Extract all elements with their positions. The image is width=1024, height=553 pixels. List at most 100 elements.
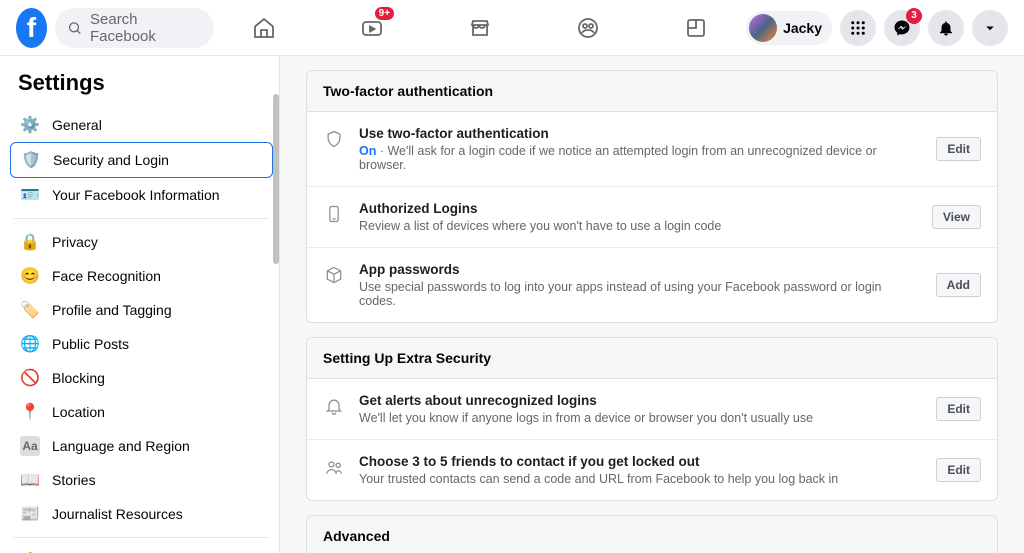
sidebar-item-public-posts[interactable]: 🌐 Public Posts [10, 327, 273, 361]
lock-icon: 🔒 [20, 232, 40, 252]
profile-name: Jacky [783, 20, 822, 36]
sidebar-item-label: Location [52, 404, 105, 420]
edit-button[interactable]: Edit [936, 397, 981, 421]
tag-icon: 🏷️ [20, 300, 40, 320]
card-icon: 🪪 [20, 185, 40, 205]
pin-icon: 📍 [20, 402, 40, 422]
sidebar-item-journalist[interactable]: 📰 Journalist Resources [10, 497, 273, 531]
gaming-icon [684, 16, 708, 40]
search-icon [67, 20, 82, 36]
row-desc: On · We'll ask for a login code if we no… [359, 144, 922, 172]
sidebar-item-security[interactable]: 🛡️ Security and Login [10, 142, 273, 178]
friends-icon [323, 456, 345, 478]
search-input[interactable]: Search Facebook [55, 8, 214, 48]
sidebar-item-privacy[interactable]: 🔒 Privacy [10, 225, 273, 259]
sidebar-item-label: Public Posts [52, 336, 129, 352]
messenger-badge: 3 [906, 8, 922, 24]
sidebar-item-label: Language and Region [52, 438, 190, 454]
sidebar-item-label: General [52, 117, 102, 133]
card-two-factor: Two-factor authentication Use two-factor… [306, 70, 998, 323]
edit-button[interactable]: Edit [936, 137, 981, 161]
card-advanced: Advanced Encrypted notification emails A… [306, 515, 998, 553]
separator [14, 218, 269, 219]
sidebar-item-label: Blocking [52, 370, 105, 386]
row-title: Choose 3 to 5 friends to contact if you … [359, 454, 922, 469]
language-icon: Aa [20, 436, 40, 456]
row-trusted-contacts[interactable]: Choose 3 to 5 friends to contact if you … [307, 440, 997, 500]
notifications-button[interactable] [928, 10, 964, 46]
sidebar-item-label: Security and Login [53, 152, 169, 168]
profile-chip[interactable]: Jacky [746, 11, 832, 45]
edit-button[interactable]: Edit [936, 458, 981, 482]
card-extra-security: Setting Up Extra Security Get alerts abo… [306, 337, 998, 501]
row-desc: We'll let you know if anyone logs in fro… [359, 411, 922, 425]
bell-icon [937, 19, 955, 37]
row-title: Get alerts about unrecognized logins [359, 393, 922, 408]
nav-watch[interactable]: 9+ [322, 3, 422, 53]
news-icon: 📰 [20, 504, 40, 524]
watch-badge: 9+ [375, 7, 394, 20]
block-icon: 🚫 [20, 368, 40, 388]
page-title: Settings [10, 66, 273, 108]
menu-button[interactable] [840, 10, 876, 46]
sidebar-item-face[interactable]: 😊 Face Recognition [10, 259, 273, 293]
row-app-passwords[interactable]: App passwords Use special passwords to l… [307, 248, 997, 322]
card-heading: Advanced [307, 516, 997, 553]
sidebar-item-label: Stories [52, 472, 96, 488]
sidebar: Settings ⚙️General 🛡️Security and Login … [0, 56, 280, 553]
sidebar-item-your-info[interactable]: 🪪 Your Facebook Information [10, 178, 273, 212]
home-icon [252, 16, 276, 40]
sidebar-item-label: Profile and Tagging [52, 302, 172, 318]
sidebar-item-label: Journalist Resources [52, 506, 183, 522]
status-on: On [359, 144, 376, 158]
sidebar-item-general[interactable]: ⚙️ General [10, 108, 273, 142]
nav-gaming[interactable] [646, 3, 746, 53]
avatar [749, 14, 777, 42]
row-title: Authorized Logins [359, 201, 918, 216]
view-button[interactable]: View [932, 205, 981, 229]
sidebar-item-location[interactable]: 📍 Location [10, 395, 273, 429]
row-alerts[interactable]: Get alerts about unrecognized logins We'… [307, 379, 997, 440]
groups-icon [576, 16, 600, 40]
bell-icon [323, 395, 345, 417]
account-dropdown[interactable] [972, 10, 1008, 46]
nav-right: Jacky 3 [746, 10, 1008, 46]
shield-icon: 🛡️ [21, 150, 41, 170]
row-desc: Review a list of devices where you won't… [359, 219, 918, 233]
sidebar-item-label: Privacy [52, 234, 98, 250]
sidebar-item-blocking[interactable]: 🚫 Blocking [10, 361, 273, 395]
add-button[interactable]: Add [936, 273, 981, 297]
row-desc: Use special passwords to log into your a… [359, 280, 922, 308]
face-icon: 😊 [20, 266, 40, 286]
nav-center: 9+ [214, 3, 746, 53]
sidebar-item-label: Your Facebook Information [52, 187, 220, 203]
sidebar-item-stories[interactable]: 📖 Stories [10, 463, 273, 497]
main-content: Two-factor authentication Use two-factor… [280, 56, 1024, 553]
messenger-button[interactable]: 3 [884, 10, 920, 46]
caret-down-icon [981, 19, 999, 37]
nav-groups[interactable] [538, 3, 638, 53]
sidebar-item-label: Face Recognition [52, 268, 161, 284]
sidebar-item-notifications[interactable]: 🔔Notifications [10, 544, 273, 553]
nav-marketplace[interactable] [430, 3, 530, 53]
shield-icon [323, 128, 345, 150]
row-authorized-logins[interactable]: Authorized Logins Review a list of devic… [307, 187, 997, 248]
row-title: App passwords [359, 262, 922, 277]
marketplace-icon [468, 16, 492, 40]
stories-icon: 📖 [20, 470, 40, 490]
grid-icon [849, 19, 867, 37]
facebook-logo[interactable]: f [16, 8, 47, 48]
row-use-2fa[interactable]: Use two-factor authentication On · We'll… [307, 112, 997, 187]
sidebar-item-language[interactable]: Aa Language and Region [10, 429, 273, 463]
row-title: Use two-factor authentication [359, 126, 922, 141]
separator [14, 537, 269, 538]
card-heading: Two-factor authentication [307, 71, 997, 112]
globe-icon: 🌐 [20, 334, 40, 354]
top-nav: f Search Facebook 9+ Jacky 3 [0, 0, 1024, 56]
nav-home[interactable] [214, 3, 314, 53]
row-desc: Your trusted contacts can send a code an… [359, 472, 922, 486]
package-icon [323, 264, 345, 286]
sidebar-item-profile-tagging[interactable]: 🏷️ Profile and Tagging [10, 293, 273, 327]
gear-icon: ⚙️ [20, 115, 40, 135]
search-placeholder: Search Facebook [90, 11, 202, 45]
